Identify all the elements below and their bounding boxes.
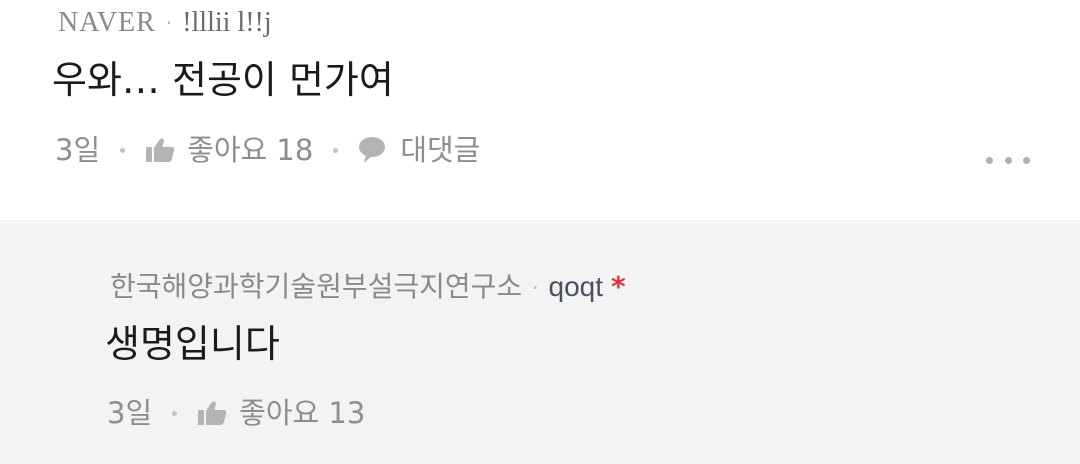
separator-dot: · xyxy=(165,11,173,35)
comment-author-line: NAVER · !lllii l!!j xyxy=(58,4,272,41)
reply-button[interactable]: 대댓글 xyxy=(358,130,480,170)
reply-author-name[interactable]: qoqt xyxy=(549,271,604,302)
separator-dot xyxy=(120,147,126,153)
separator-dot xyxy=(333,147,339,153)
separator-dot: · xyxy=(532,276,539,300)
speech-bubble-icon xyxy=(358,136,388,164)
more-horizontal-icon xyxy=(986,156,993,164)
reply-like-button[interactable]: 좋아요 13 xyxy=(197,393,365,433)
comment-source: NAVER xyxy=(58,7,156,38)
comment-text: 우와… 전공이 먼가여 xyxy=(52,58,394,102)
like-button[interactable]: 좋아요 18 xyxy=(145,130,313,170)
separator-dot xyxy=(172,410,178,416)
reply-label: 대댓글 xyxy=(400,133,481,167)
author-badge: * xyxy=(611,270,626,303)
thumbs-up-icon xyxy=(145,137,175,163)
more-dot xyxy=(1004,156,1012,164)
reply-time: 3일 xyxy=(107,396,153,430)
like-label: 좋아요 18 xyxy=(187,133,314,167)
comment-author-name[interactable]: !lllii l!!j xyxy=(182,7,271,38)
reply-author-line: 한국해양과학기술원부설극지연구소 · qoqt * xyxy=(110,269,626,306)
more-options-button[interactable] xyxy=(986,150,1030,170)
reply-item: 한국해양과학기술원부설극지연구소 · qoqt * 생명입니다 3일 좋아요 13 xyxy=(0,223,1080,464)
comment-time: 3일 xyxy=(55,133,101,167)
more-dot xyxy=(1023,156,1030,164)
comment-item: NAVER · !lllii l!!j 우와… 전공이 먼가여 3일 좋아요 18 … xyxy=(0,0,1080,222)
reply-actions: 3일 좋아요 13 xyxy=(107,393,365,433)
reply-source: 한국해양과학기술원부설극지연구소 xyxy=(110,270,523,303)
reply-like-label: 좋아요 13 xyxy=(239,396,366,430)
thumbs-up-icon xyxy=(197,400,227,426)
comment-actions: 3일 좋아요 18 대댓글 xyxy=(55,130,480,170)
reply-text: 생명입니다 xyxy=(105,322,280,366)
